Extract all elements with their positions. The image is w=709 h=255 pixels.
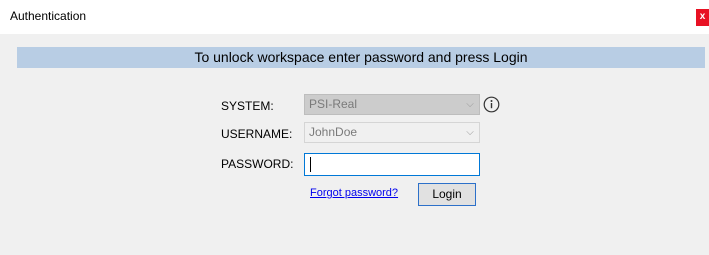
info-icon[interactable]	[483, 96, 500, 113]
login-button[interactable]: Login	[418, 183, 476, 206]
close-button[interactable]: x	[696, 9, 709, 26]
chevron-down-icon: ⌵	[466, 99, 474, 110]
instruction-banner: To unlock workspace enter password and p…	[17, 47, 705, 68]
system-select[interactable]: PSI-Real ⌵	[304, 94, 480, 115]
username-label: USERNAME:	[221, 127, 293, 141]
password-field[interactable]	[304, 153, 480, 176]
username-value: JohnDoe	[309, 125, 358, 139]
username-select[interactable]: JohnDoe ⌵	[304, 122, 480, 143]
chevron-down-icon: ⌵	[466, 127, 474, 138]
title-bar: Authentication x	[0, 0, 709, 34]
dialog-body: To unlock workspace enter password and p…	[0, 34, 709, 255]
close-icon: x	[699, 11, 706, 22]
text-caret	[310, 157, 311, 172]
window-title: Authentication	[10, 9, 87, 23]
system-value: PSI-Real	[309, 97, 358, 111]
forgot-password-link[interactable]: Forgot password?	[310, 187, 398, 199]
password-label: PASSWORD:	[221, 157, 294, 171]
system-label: SYSTEM:	[221, 99, 274, 113]
